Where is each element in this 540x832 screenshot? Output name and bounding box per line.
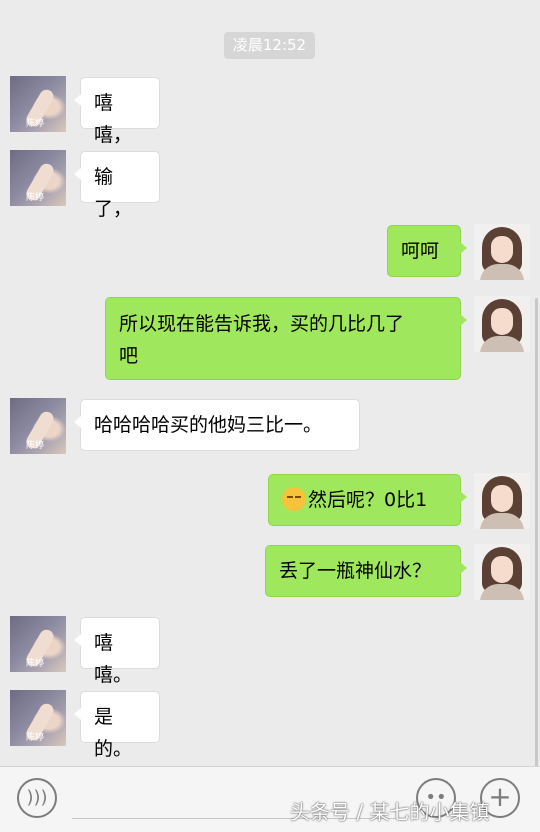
sent-message-bubble[interactable]: 然后呢？0比1 xyxy=(268,474,467,526)
message-text: 然后呢？0比1 xyxy=(308,489,428,511)
contact-avatar[interactable]: 陈婷 xyxy=(10,76,66,132)
voice-icon[interactable]: ))) xyxy=(17,778,57,818)
unamused-face-icon xyxy=(282,487,306,511)
contact-avatar[interactable]: 陈婷 xyxy=(10,616,66,672)
received-message-bubble[interactable]: 哈哈哈哈买的他妈三比一。 xyxy=(74,399,360,451)
contact-avatar[interactable]: 陈婷 xyxy=(10,150,66,206)
received-message-bubble[interactable]: 嘻嘻， xyxy=(74,77,160,146)
contact-avatar[interactable]: 陈婷 xyxy=(10,398,66,454)
sent-message-bubble[interactable]: 呵呵 xyxy=(387,225,467,277)
user-avatar[interactable] xyxy=(474,296,530,352)
message-line: 吧 xyxy=(119,345,139,367)
user-avatar[interactable] xyxy=(474,473,530,529)
avatar-watermark: 陈婷 xyxy=(26,193,45,203)
user-avatar[interactable] xyxy=(474,544,530,600)
contact-avatar[interactable]: 陈婷 xyxy=(10,690,66,746)
avatar-watermark: 陈婷 xyxy=(26,441,45,451)
avatar-watermark: 陈婷 xyxy=(26,733,45,743)
sent-message-bubble[interactable]: 所以现在能告诉我，买的几比几了 吧 xyxy=(105,297,467,380)
received-message-bubble[interactable]: 嘻嘻。 xyxy=(74,617,160,686)
received-message-bubble[interactable]: 输了， xyxy=(74,151,160,220)
received-message-bubble[interactable]: 是的。 xyxy=(74,691,160,760)
timestamp: 凌晨12:52 xyxy=(224,32,315,59)
sent-message-bubble[interactable]: 丢了一瓶神仙水？ xyxy=(265,545,467,597)
user-avatar[interactable] xyxy=(474,224,530,280)
message-line: 所以现在能告诉我，买的几比几了 xyxy=(119,313,405,335)
avatar-watermark: 陈婷 xyxy=(26,119,45,129)
avatar-watermark: 陈婷 xyxy=(26,659,45,669)
scrollbar[interactable] xyxy=(535,298,538,768)
watermark-text: 头条号 / 某七的小集镇 xyxy=(290,800,490,824)
